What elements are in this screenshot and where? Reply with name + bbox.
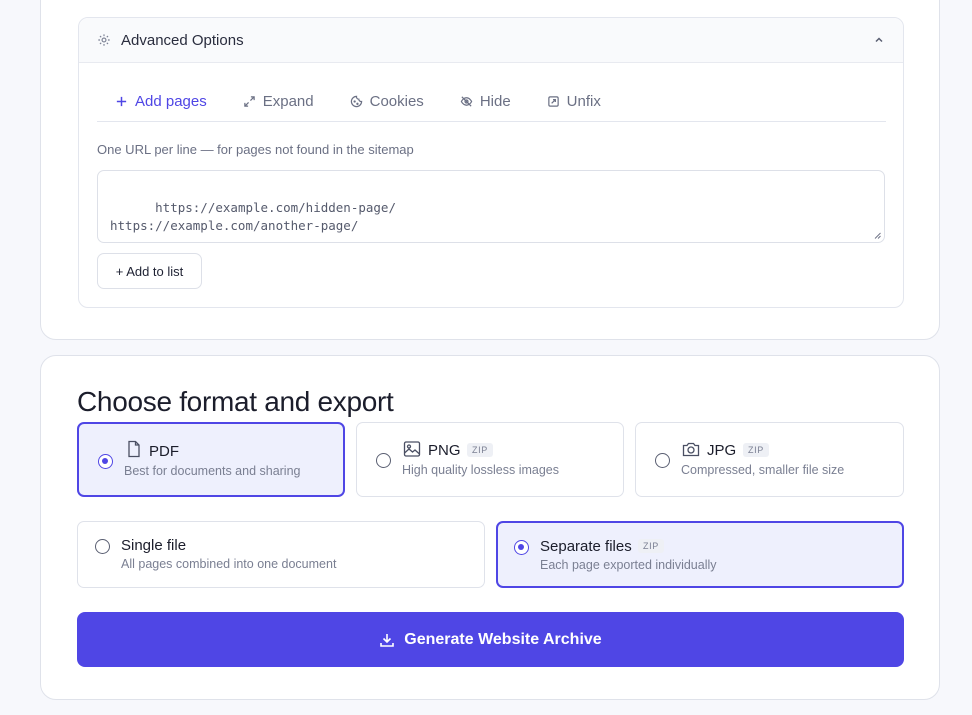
export-card: Choose format and export PDF Best for do… xyxy=(40,355,940,700)
format-desc: Best for documents and sharing xyxy=(124,464,301,478)
gear-icon xyxy=(98,34,110,46)
mode-desc: All pages combined into one document xyxy=(121,557,337,571)
mode-name: Separate files xyxy=(540,538,632,555)
mode-option-separate-files[interactable]: Separate files ZIP Each page exported in… xyxy=(496,521,904,588)
urls-hint: One URL per line — for pages not found i… xyxy=(97,142,414,157)
add-to-list-button[interactable]: + Add to list xyxy=(97,253,202,289)
plus-icon xyxy=(116,96,127,107)
radio-pdf[interactable] xyxy=(98,454,113,469)
format-option-pdf[interactable]: PDF Best for documents and sharing xyxy=(77,422,345,497)
tab-add-pages[interactable]: Add pages xyxy=(115,93,207,110)
eye-off-icon xyxy=(460,96,473,107)
mode-desc: Each page exported individually xyxy=(540,558,717,572)
generate-label: Generate Website Archive xyxy=(404,630,602,648)
tab-unfix[interactable]: Unfix xyxy=(547,93,601,110)
file-icon xyxy=(128,440,140,458)
mode-option-single-file[interactable]: Single file All pages combined into one … xyxy=(77,521,485,588)
advanced-options-header[interactable]: Advanced Options xyxy=(79,18,903,63)
radio-jpg[interactable] xyxy=(655,453,670,468)
format-name: PDF xyxy=(149,443,179,460)
camera-icon xyxy=(682,442,700,457)
format-desc: High quality lossless images xyxy=(402,463,560,477)
image-icon xyxy=(403,441,421,457)
zip-badge: ZIP xyxy=(638,539,664,553)
format-name: JPG xyxy=(707,442,737,459)
chevron-up-icon[interactable] xyxy=(873,34,885,46)
download-icon xyxy=(380,633,395,647)
zip-badge: ZIP xyxy=(467,443,493,457)
advanced-card: Advanced Options Add pages Expand Cookie… xyxy=(40,0,940,340)
format-option-png[interactable]: PNG ZIP High quality lossless images xyxy=(356,422,624,497)
format-option-jpg[interactable]: JPG ZIP Compressed, smaller file size xyxy=(635,422,904,497)
format-desc: Compressed, smaller file size xyxy=(681,463,845,477)
advanced-options-title: Advanced Options xyxy=(121,31,244,49)
radio-separate-files[interactable] xyxy=(514,540,529,555)
advanced-options-panel: Advanced Options Add pages Expand Cookie… xyxy=(78,17,904,308)
advanced-tabs: Add pages Expand Cookies Hide Unfix xyxy=(97,82,886,122)
format-name: PNG xyxy=(428,442,461,459)
tab-label: Add pages xyxy=(135,93,207,110)
zip-badge: ZIP xyxy=(743,443,769,457)
tab-expand[interactable]: Expand xyxy=(243,93,314,110)
export-heading: Choose format and export xyxy=(77,386,394,417)
tab-label: Expand xyxy=(262,93,314,110)
tab-label: Hide xyxy=(479,93,511,110)
radio-single-file[interactable] xyxy=(95,539,110,554)
urls-value: https://example.com/hidden-page/ https:/… xyxy=(110,200,396,233)
tab-label: Unfix xyxy=(566,93,601,110)
tab-cookies[interactable]: Cookies xyxy=(350,93,424,110)
expand-icon xyxy=(243,96,255,107)
generate-archive-button[interactable]: Generate Website Archive xyxy=(77,612,904,667)
tab-hide[interactable]: Hide xyxy=(460,93,511,110)
unfix-icon xyxy=(547,96,559,107)
resize-handle-icon[interactable] xyxy=(874,232,881,239)
tab-label: Cookies xyxy=(369,93,424,110)
cookie-icon xyxy=(350,95,362,108)
urls-textarea[interactable]: https://example.com/hidden-page/ https:/… xyxy=(97,170,885,243)
radio-png[interactable] xyxy=(376,453,391,468)
mode-name: Single file xyxy=(121,537,187,554)
